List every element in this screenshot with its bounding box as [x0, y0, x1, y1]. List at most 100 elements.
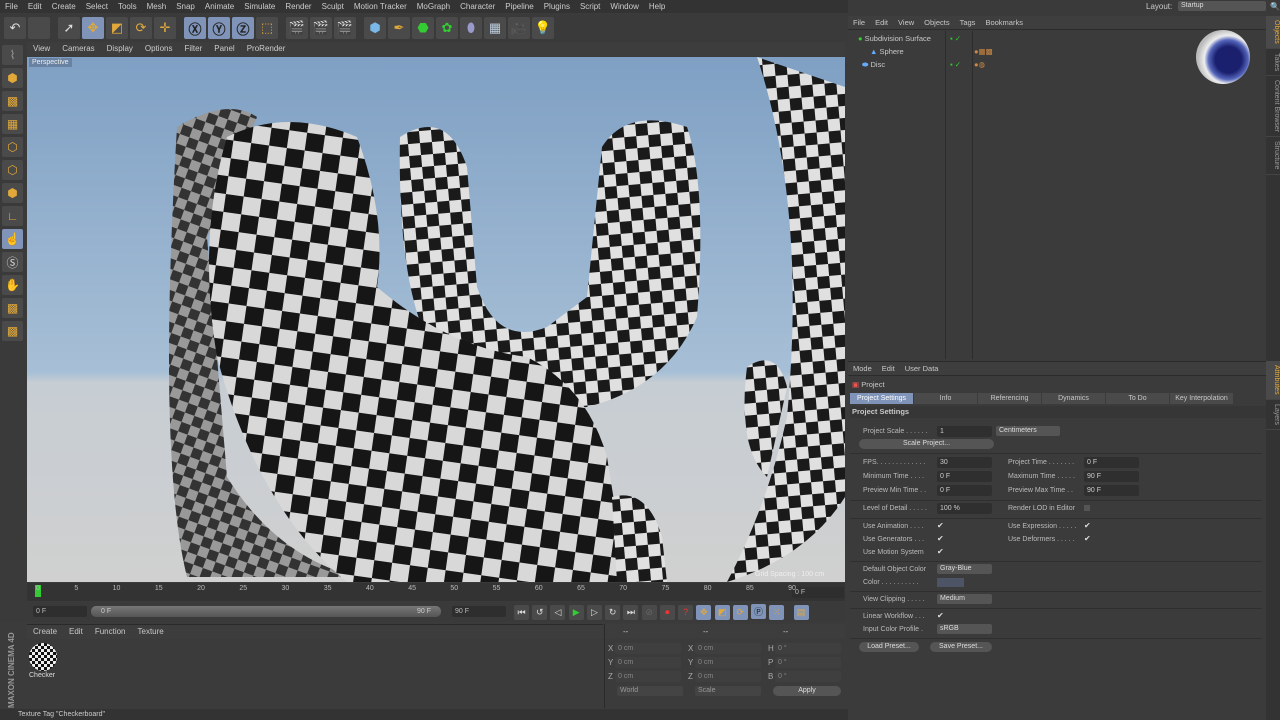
side-tab-content-browser[interactable]: Content Browser [1266, 76, 1280, 138]
menu-script[interactable]: Script [575, 0, 605, 13]
play-icon[interactable]: ▶ [568, 605, 584, 620]
material-menu-texture[interactable]: Texture [132, 625, 170, 639]
object-menu-tags[interactable]: Tags [955, 16, 981, 29]
color-swatch[interactable] [937, 578, 964, 587]
material-menu-create[interactable]: Create [27, 625, 63, 639]
tab-referencing[interactable]: Referencing [978, 393, 1041, 404]
solo-hierarchy-icon[interactable]: ▩ [2, 321, 23, 341]
viewport-menu-panel[interactable]: Panel [208, 42, 240, 56]
viewport-menu-prorender[interactable]: ProRender [241, 42, 292, 56]
record-off-icon[interactable]: ⊘ [641, 605, 657, 620]
coord-field[interactable]: 0 cm [695, 670, 761, 682]
key-pla-icon[interactable]: ⁙ [769, 605, 785, 620]
material-menu-function[interactable]: Function [89, 625, 132, 639]
redo-icon[interactable] [28, 17, 50, 39]
attribute-menu-edit[interactable]: Edit [877, 362, 900, 375]
edges-mode-icon[interactable]: ⬡ [2, 160, 23, 180]
object-menu-edit[interactable]: Edit [870, 16, 893, 29]
key-scale-icon[interactable]: ◩ [714, 605, 730, 620]
autokey-icon[interactable]: ? [678, 604, 694, 620]
tab-project-settings[interactable]: Project Settings [850, 393, 913, 404]
coordinate-system-icon[interactable]: ⬚ [256, 17, 278, 39]
key-position-icon[interactable]: ✥ [696, 605, 712, 620]
menu-animate[interactable]: Animate [200, 0, 239, 13]
use-expression-checkbox[interactable]: ✔ [1084, 522, 1092, 530]
tweak-mode-icon[interactable]: ☝ [2, 229, 23, 249]
menu-character[interactable]: Character [455, 0, 500, 13]
side-tab-structure[interactable]: Structure [1266, 137, 1280, 175]
rotate-tool-icon[interactable]: ⟳ [130, 17, 152, 39]
coord-mode-dropdown[interactable]: World [617, 686, 683, 696]
coord-field[interactable]: 0 cm [615, 656, 681, 668]
menu-sculpt[interactable]: Sculpt [317, 0, 349, 13]
key-rotation-icon[interactable]: ⟳ [732, 605, 748, 620]
viewport-menu-filter[interactable]: Filter [178, 42, 208, 56]
go-to-start-icon[interactable]: ⏮ [514, 605, 529, 620]
menu-file[interactable]: File [0, 0, 23, 13]
side-tab-takes[interactable]: Takes [1266, 49, 1280, 77]
menu-mesh[interactable]: Mesh [142, 0, 172, 13]
end-frame-field[interactable]: 90 F [452, 606, 506, 617]
scale-tool-icon[interactable]: ◩ [106, 17, 128, 39]
workplane-icon[interactable]: ▦ [2, 114, 23, 134]
coord-size-dropdown[interactable]: Scale [695, 686, 761, 696]
apply-button[interactable]: Apply [773, 686, 841, 696]
menu-tools[interactable]: Tools [113, 0, 142, 13]
attribute-menu-user-data[interactable]: User Data [900, 362, 944, 375]
tab-to-do[interactable]: To Do [1106, 393, 1169, 404]
next-key-icon[interactable]: ↻ [605, 605, 621, 620]
object-menu-view[interactable]: View [893, 16, 919, 29]
menu-snap[interactable]: Snap [171, 0, 200, 13]
current-frame-field[interactable]: 0 F [792, 587, 844, 598]
tab-dynamics[interactable]: Dynamics [1042, 393, 1105, 404]
preview-min-field[interactable]: 0 F [937, 485, 992, 496]
prev-frame-icon[interactable]: ◁ [550, 605, 566, 620]
make-editable-icon[interactable]: ⌇ [2, 45, 23, 65]
menu-select[interactable]: Select [81, 0, 113, 13]
use-deformers-checkbox[interactable]: ✔ [1084, 535, 1092, 543]
menu-mograph[interactable]: MoGraph [412, 0, 455, 13]
object-menu-bookmarks[interactable]: Bookmarks [980, 16, 1028, 29]
menu-simulate[interactable]: Simulate [239, 0, 280, 13]
coord-field[interactable]: 0 ° [775, 670, 841, 682]
use-motion-checkbox[interactable]: ✔ [937, 548, 945, 556]
menu-render[interactable]: Render [280, 0, 316, 13]
tab-info[interactable]: Info [914, 393, 977, 404]
project-scale-field[interactable]: 1 [937, 426, 992, 437]
lod-field[interactable]: 100 % [937, 503, 992, 514]
cloner-icon[interactable]: ✿ [436, 17, 458, 39]
project-time-field[interactable]: 0 F [1084, 457, 1139, 468]
deformer-icon[interactable]: ⬮ [460, 17, 482, 39]
subdivision-icon[interactable]: ⬣ [412, 17, 434, 39]
texture-tags[interactable]: ●▦▩ [974, 45, 993, 58]
menu-edit[interactable]: Edit [23, 0, 47, 13]
pen-icon[interactable]: ✒ [388, 17, 410, 39]
layout-dropdown[interactable]: Startup [1178, 1, 1266, 11]
viewport-menu-view[interactable]: View [27, 42, 56, 56]
tab-key-interpolation[interactable]: Key Interpolation [1170, 393, 1233, 404]
light-icon[interactable]: 💡 [532, 17, 554, 39]
go-to-end-icon[interactable]: ⏭ [623, 605, 639, 620]
menu-pipeline[interactable]: Pipeline [500, 0, 538, 13]
side-tab-objects[interactable]: Objects [1266, 16, 1280, 49]
coord-field[interactable]: 0 cm [695, 656, 761, 668]
coord-field[interactable]: 0 cm [695, 642, 761, 654]
undo-icon[interactable]: ↶ [4, 17, 26, 39]
coord-field[interactable]: 0 cm [615, 642, 681, 654]
polygons-mode-icon[interactable]: ⬢ [2, 183, 23, 203]
axis-mode-icon[interactable]: ∟ [2, 206, 23, 226]
menu-help[interactable]: Help [644, 0, 670, 13]
max-time-field[interactable]: 90 F [1084, 471, 1139, 482]
min-time-field[interactable]: 0 F [937, 471, 992, 482]
linear-workflow-checkbox[interactable]: ✔ [937, 612, 945, 620]
start-frame-field[interactable]: 0 F [33, 606, 87, 617]
save-preset-button[interactable]: Save Preset... [930, 642, 992, 652]
key-parameter-icon[interactable]: Ⓟ [751, 604, 767, 619]
snap-icon[interactable]: Ⓢ [2, 252, 23, 272]
preview-max-field[interactable]: 90 F [1084, 485, 1139, 496]
units-dropdown[interactable]: Centimeters [996, 426, 1060, 436]
view-clipping-dropdown[interactable]: Medium [937, 594, 992, 604]
default-color-dropdown[interactable]: Gray-Blue [937, 564, 992, 574]
coord-field[interactable]: 0 ° [775, 642, 841, 654]
transform-tool-icon[interactable]: ✛ [154, 17, 176, 39]
